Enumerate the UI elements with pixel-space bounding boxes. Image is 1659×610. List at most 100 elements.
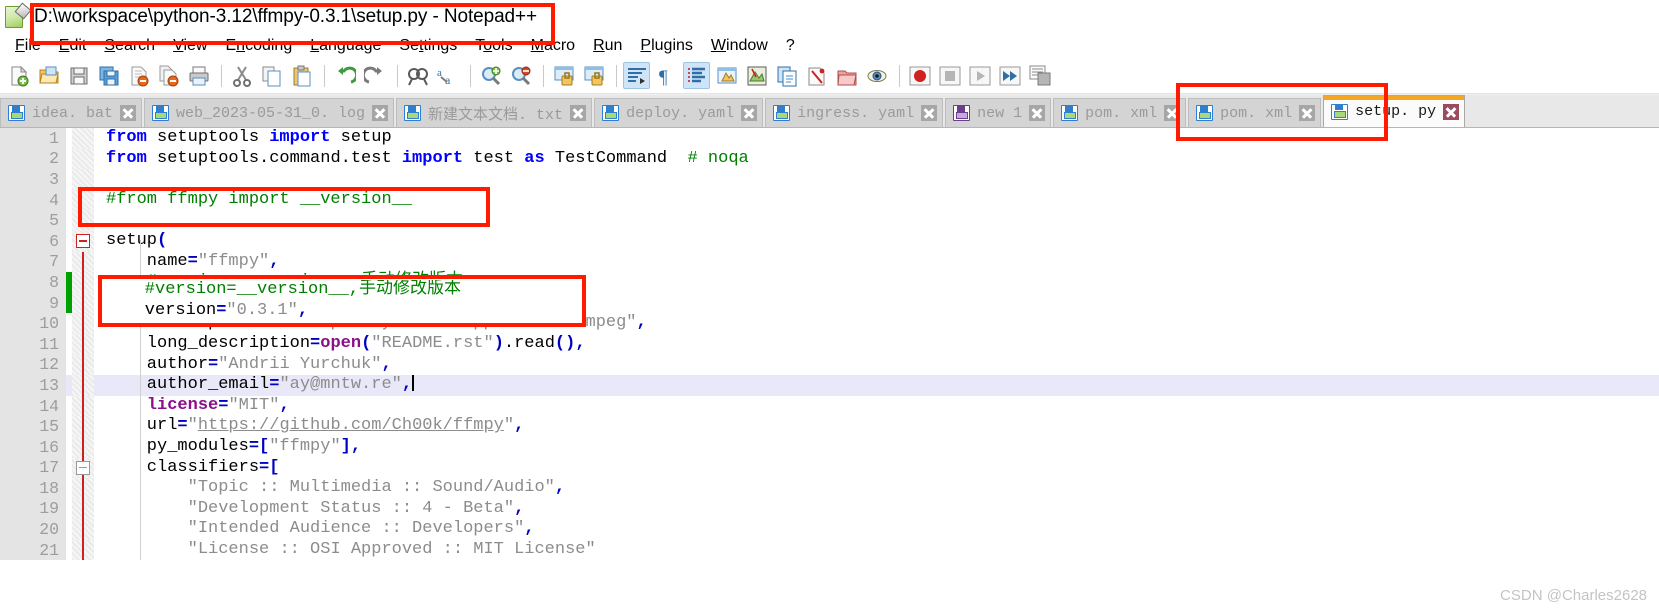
- fold-column[interactable]: [72, 189, 94, 211]
- code-line[interactable]: 15 url="https://github.com/Ch00k/ffmpy",: [0, 416, 1659, 437]
- fold-column[interactable]: [72, 395, 94, 417]
- open-file-icon[interactable]: [35, 62, 62, 89]
- code-content[interactable]: classifiers=[: [94, 458, 1659, 479]
- code-content[interactable]: from setuptools import setup: [94, 128, 1659, 149]
- menu-item-search[interactable]: Search: [95, 37, 164, 55]
- menu-item-tools[interactable]: Tools: [466, 37, 521, 55]
- fold-column[interactable]: [72, 478, 94, 499]
- copy-icon[interactable]: [258, 62, 285, 89]
- undo-icon[interactable]: [331, 62, 358, 89]
- code-line[interactable]: 20 "Intended Audience :: Developers",: [0, 519, 1659, 540]
- redo-icon[interactable]: [361, 62, 388, 89]
- document-map-icon[interactable]: [743, 62, 770, 89]
- record-macro-icon[interactable]: [906, 62, 933, 89]
- folder-as-workspace-icon[interactable]: [803, 62, 830, 89]
- fold-column[interactable]: [72, 498, 94, 520]
- tab-close-icon[interactable]: [1164, 105, 1181, 121]
- code-content[interactable]: "Topic :: Multimedia :: Sound/Audio",: [94, 478, 1659, 499]
- sync-horizontal-scroll-icon[interactable]: [580, 62, 607, 89]
- tab-close-icon[interactable]: [120, 105, 137, 121]
- code-line[interactable]: 7 name="ffmpy",: [0, 251, 1659, 273]
- code-content[interactable]: "Intended Audience :: Developers",: [94, 519, 1659, 540]
- code-editor[interactable]: 1 from setuptools import setup 2 from se…: [0, 128, 1659, 610]
- fold-column[interactable]: [72, 333, 94, 355]
- menu-item-edit[interactable]: Edit: [50, 37, 96, 55]
- tab-setup-py[interactable]: setup. py: [1323, 95, 1466, 127]
- fold-column[interactable]: [72, 416, 94, 437]
- replace-icon[interactable]: a a: [434, 62, 461, 89]
- fold-column[interactable]: [72, 313, 94, 334]
- run-macro-multiple-icon[interactable]: [996, 62, 1023, 89]
- zoom-in-icon[interactable]: [477, 62, 504, 89]
- function-list-icon[interactable]: [773, 62, 800, 89]
- tab-web-log[interactable]: web_2023-05-31_0. log: [144, 98, 395, 127]
- code-line[interactable]: 4 #from ffmpy import __version__: [0, 189, 1659, 211]
- menu-item-run[interactable]: Run: [584, 37, 631, 55]
- tab-pom-xml-1[interactable]: pom. xml: [1053, 98, 1187, 127]
- code-line[interactable]: 1 from setuptools import setup: [0, 128, 1659, 149]
- tab-close-icon[interactable]: [570, 105, 587, 121]
- user-defined-dialog-icon[interactable]: [713, 62, 740, 89]
- menu-item-macro[interactable]: Macro: [522, 37, 584, 55]
- show-all-characters-icon[interactable]: ¶: [653, 62, 680, 89]
- code-line[interactable]: 21 "License :: OSI Approved :: MIT Licen…: [0, 539, 1659, 561]
- code-line[interactable]: 3: [0, 169, 1659, 190]
- code-line[interactable]: 16 py_modules=["ffmpy"],: [0, 436, 1659, 458]
- fold-column[interactable]: [72, 539, 94, 561]
- tab-close-icon[interactable]: [1443, 103, 1460, 120]
- monitoring-icon[interactable]: [833, 62, 860, 89]
- code-line[interactable]: 19 "Development Status :: 4 - Beta",: [0, 498, 1659, 520]
- code-line-current[interactable]: 13 author_email="ay@mntw.re",: [0, 375, 1659, 396]
- code-content[interactable]: url="https://github.com/Ch00k/ffmpy",: [94, 416, 1659, 437]
- menu-bar[interactable]: File Edit Search View Encoding Language …: [0, 33, 1659, 58]
- play-macro-icon[interactable]: [966, 62, 993, 89]
- fold-column[interactable]: [72, 251, 94, 273]
- code-line[interactable]: 12 author="Andrii Yurchuk",: [0, 354, 1659, 376]
- tab-close-icon[interactable]: [372, 105, 389, 121]
- fold-column[interactable]: [72, 272, 94, 293]
- eye-monitoring-icon[interactable]: [863, 62, 890, 89]
- menu-item-encoding[interactable]: Encoding: [216, 37, 301, 55]
- sync-vertical-scroll-icon[interactable]: [550, 62, 577, 89]
- fold-column[interactable]: [72, 436, 94, 458]
- save-icon[interactable]: [65, 62, 92, 89]
- code-content[interactable]: #from ffmpy import __version__: [94, 190, 1659, 211]
- print-icon[interactable]: [185, 62, 212, 89]
- code-content[interactable]: from setuptools.command.test import test…: [94, 149, 1659, 170]
- cut-icon[interactable]: [228, 62, 255, 89]
- tab-close-icon[interactable]: [741, 105, 758, 121]
- code-content[interactable]: license="MIT",: [94, 396, 1659, 417]
- code-line[interactable]: 6 setup(: [0, 230, 1659, 252]
- new-file-icon[interactable]: [5, 62, 32, 89]
- tab-close-icon[interactable]: [1029, 105, 1046, 121]
- code-line[interactable]: 5: [0, 210, 1659, 231]
- code-content[interactable]: setup(: [94, 231, 1659, 252]
- menu-item-help[interactable]: ?: [777, 37, 804, 55]
- tab-close-icon[interactable]: [921, 105, 938, 121]
- code-line[interactable]: 17 classifiers=[: [0, 457, 1659, 479]
- tab-close-icon[interactable]: [1299, 105, 1316, 121]
- tab-idea-bat[interactable]: idea. bat: [0, 98, 143, 127]
- code-content[interactable]: long_description=open("README.rst").read…: [94, 334, 1659, 355]
- menu-item-language[interactable]: Language: [301, 37, 390, 55]
- word-wrap-icon[interactable]: [623, 62, 650, 89]
- code-content[interactable]: "Development Status :: 4 - Beta",: [94, 499, 1659, 520]
- fold-column[interactable]: [72, 210, 94, 231]
- code-content[interactable]: name="ffmpy",: [94, 252, 1659, 273]
- menu-item-settings[interactable]: Settings: [390, 37, 466, 55]
- menu-item-window[interactable]: Window: [702, 37, 777, 55]
- code-line[interactable]: 18 "Topic :: Multimedia :: Sound/Audio",: [0, 478, 1659, 499]
- fold-column[interactable]: [72, 375, 94, 396]
- fold-column[interactable]: [72, 128, 94, 149]
- fold-column[interactable]: [72, 148, 94, 170]
- zoom-out-icon[interactable]: [507, 62, 534, 89]
- fold-column[interactable]: [72, 169, 94, 190]
- menu-item-view[interactable]: View: [164, 37, 216, 55]
- show-indent-guide-icon[interactable]: [683, 62, 710, 89]
- tab-deploy-yaml[interactable]: deploy. yaml: [594, 98, 764, 127]
- close-all-files-icon[interactable]: [155, 62, 182, 89]
- document-tab-bar[interactable]: idea. bat web_2023-05-31_0. log 新建文本文档. …: [0, 95, 1659, 128]
- save-macro-icon[interactable]: [1026, 62, 1053, 89]
- code-content[interactable]: author="Andrii Yurchuk",: [94, 355, 1659, 376]
- paste-icon[interactable]: [288, 62, 315, 89]
